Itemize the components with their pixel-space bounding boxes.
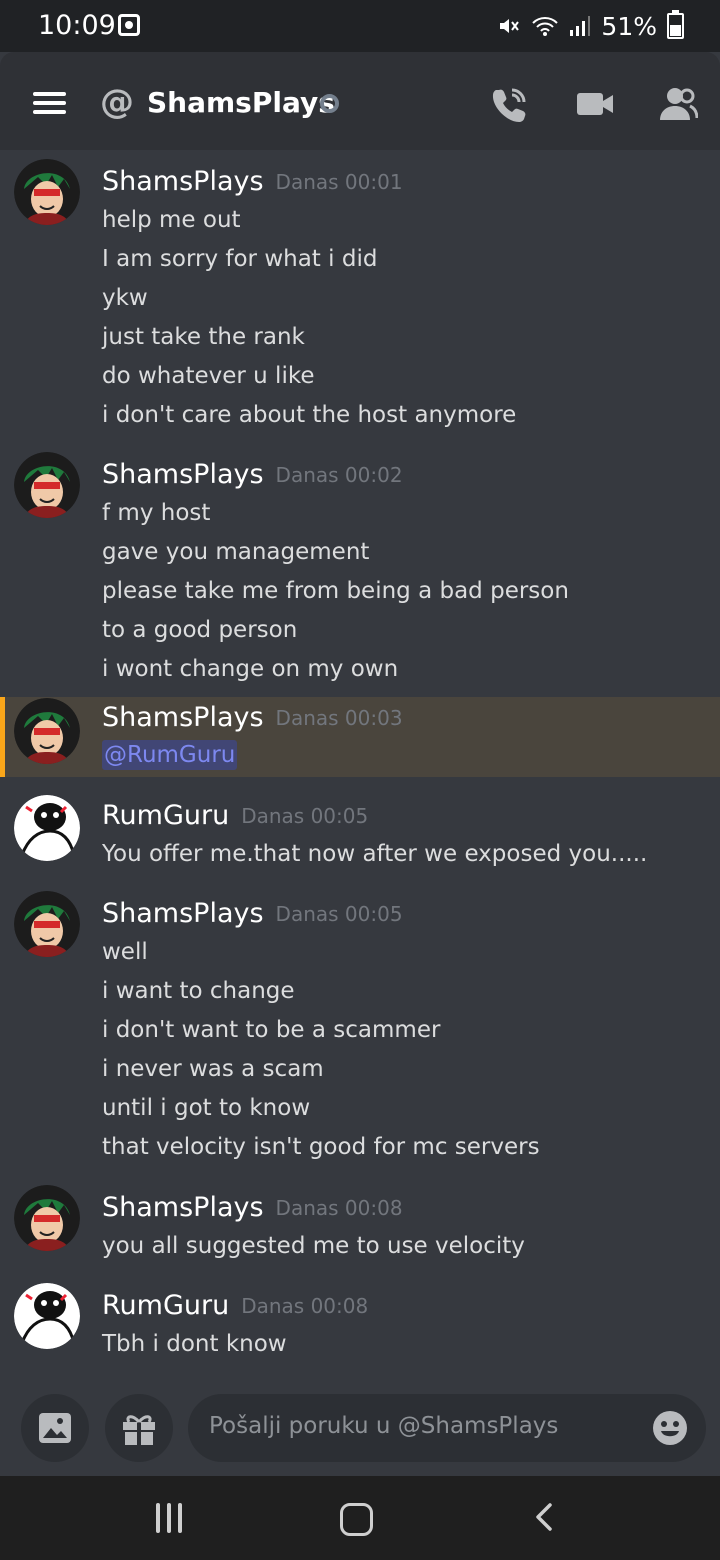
wifi-icon	[532, 17, 559, 36]
message-timestamp: Danas 00:05	[275, 902, 403, 926]
message-text: to a good person	[102, 617, 298, 643]
message-text: well	[102, 939, 148, 965]
battery-icon	[667, 10, 684, 39]
avatar[interactable]	[14, 1185, 80, 1251]
message-text: until i got to know	[102, 1095, 311, 1121]
message-input-placeholder: Pošalji poruku u @ShamsPlays	[209, 1413, 559, 1439]
menu-icon[interactable]	[33, 92, 66, 114]
message-text: please take me from being a bad person	[102, 578, 569, 604]
message-list[interactable]: ShamsPlays Danas 00:01 help me out I am s…	[0, 150, 720, 1388]
message-group: ShamsPlays Danas 00:02 f my host gave you…	[0, 443, 720, 697]
message-text: Tbh i dont know	[102, 1331, 287, 1357]
avatar[interactable]	[14, 891, 80, 957]
signal-icon	[570, 16, 591, 36]
message-text: f my host	[102, 500, 211, 526]
message-text: i never was a scam	[102, 1056, 324, 1082]
status-bar: 10:09 51%	[0, 0, 720, 52]
message-timestamp: Danas 00:08	[275, 1196, 403, 1220]
message-text: gave you management	[102, 539, 370, 565]
offline-status-icon	[320, 94, 339, 113]
mute-icon	[500, 19, 520, 33]
message-group: RumGuru Danas 00:08 Tbh i dont know	[0, 1268, 720, 1370]
system-nav-bar	[0, 1476, 720, 1560]
message-text: You offer me.that now after we exposed y…	[102, 841, 648, 867]
message-group: ShamsPlays Danas 00:08 you all suggested …	[0, 1170, 720, 1268]
video-call-icon[interactable]	[575, 84, 615, 124]
message-author[interactable]: ShamsPlays	[102, 898, 264, 929]
message-author[interactable]: ShamsPlays	[102, 702, 264, 733]
message-author[interactable]: RumGuru	[102, 800, 229, 831]
message-text: just take the rank	[102, 324, 305, 350]
message-text: i want to change	[102, 978, 295, 1004]
channel-name[interactable]: ShamsPlays	[147, 86, 335, 119]
image-upload-button[interactable]	[21, 1394, 89, 1462]
emoji-icon[interactable]	[652, 1410, 688, 1446]
avatar[interactable]	[14, 159, 80, 225]
avatar[interactable]	[14, 452, 80, 518]
message-group: ShamsPlays Danas 00:01 help me out I am s…	[0, 150, 720, 443]
message-text: help me out	[102, 207, 241, 233]
message-text: I am sorry for what i did	[102, 246, 378, 272]
members-icon[interactable]	[658, 84, 698, 124]
message-group: RumGuru Danas 00:05 You offer me.that now…	[0, 777, 720, 876]
message-author[interactable]: ShamsPlays	[102, 166, 264, 197]
message-author[interactable]: ShamsPlays	[102, 1192, 264, 1223]
message-text: do whatever u like	[102, 363, 315, 389]
battery-percent: 51%	[601, 11, 657, 41]
message-text: i don't want to be a scammer	[102, 1017, 441, 1043]
message-text: that velocity isn't good for mc servers	[102, 1134, 540, 1160]
message-text: ykw	[102, 285, 148, 311]
recent-apps-icon[interactable]	[156, 1503, 184, 1533]
message-author[interactable]: ShamsPlays	[102, 459, 264, 490]
image-icon	[39, 1413, 71, 1443]
back-icon[interactable]	[530, 1502, 560, 1532]
message-text: you all suggested me to use velocity	[102, 1233, 525, 1259]
avatar[interactable]	[14, 698, 80, 764]
status-right: 51%	[497, 10, 684, 42]
status-time: 10:09	[38, 10, 116, 41]
message-author[interactable]: RumGuru	[102, 1290, 229, 1321]
at-icon: @	[100, 82, 134, 122]
mention-message-group: ShamsPlays Danas 00:03 @RumGuru	[0, 697, 720, 777]
home-icon[interactable]	[340, 1503, 373, 1536]
avatar[interactable]	[14, 1283, 80, 1349]
user-mention[interactable]: @RumGuru	[102, 740, 238, 770]
gift-button[interactable]	[105, 1394, 173, 1462]
message-group: ShamsPlays Danas 00:05 well i want to cha…	[0, 876, 720, 1170]
message-timestamp: Danas 00:08	[241, 1294, 369, 1318]
message-text: i wont change on my own	[102, 656, 399, 682]
gift-icon	[123, 1415, 155, 1445]
message-text: i don't care about the host anymore	[102, 402, 517, 428]
notification-icon	[118, 14, 140, 36]
avatar[interactable]	[14, 795, 80, 861]
message-timestamp: Danas 00:02	[275, 463, 403, 487]
message-timestamp: Danas 00:05	[241, 804, 369, 828]
channel-header: @ ShamsPlays	[0, 52, 720, 150]
message-composer: Pošalji poruku u @ShamsPlays	[0, 1388, 720, 1476]
voice-call-icon[interactable]	[490, 84, 530, 124]
message-input[interactable]: Pošalji poruku u @ShamsPlays	[188, 1394, 706, 1462]
message-timestamp: Danas 00:01	[275, 170, 403, 194]
message-timestamp: Danas 00:03	[275, 706, 403, 730]
